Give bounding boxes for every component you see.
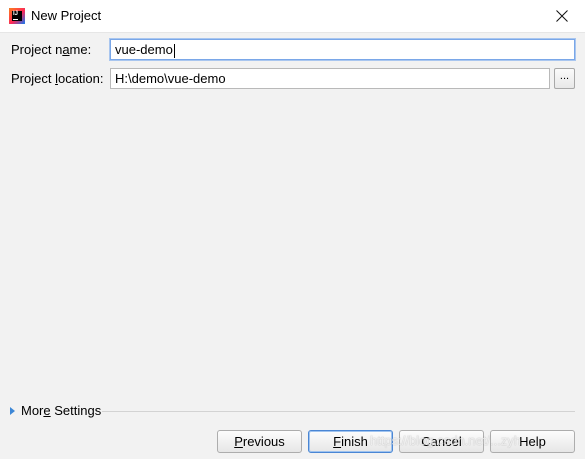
cancel-button[interactable]: Cancel (399, 430, 484, 453)
project-location-input[interactable]: H:\demo\vue-demo (110, 68, 550, 89)
more-settings-label: More Settings (21, 403, 102, 418)
more-settings-divider (102, 411, 575, 412)
browse-button[interactable]: ... (554, 68, 575, 89)
close-button[interactable] (539, 0, 585, 32)
project-location-label: Project location: (11, 71, 104, 86)
app-icon-text: IJ (13, 11, 19, 17)
project-name-input[interactable]: vue-demo (110, 39, 575, 60)
finish-button[interactable]: Finish (308, 430, 393, 453)
intellij-idea-icon: IJ (9, 8, 25, 24)
help-button[interactable]: Help (490, 430, 575, 453)
project-name-label: Project name: (11, 42, 92, 57)
previous-button[interactable]: Previous (217, 430, 302, 453)
close-icon (556, 10, 568, 22)
window-title: New Project (31, 8, 102, 23)
text-caret (173, 43, 175, 58)
title-bar: IJ New Project (0, 0, 585, 33)
expand-arrow-icon (10, 407, 15, 415)
